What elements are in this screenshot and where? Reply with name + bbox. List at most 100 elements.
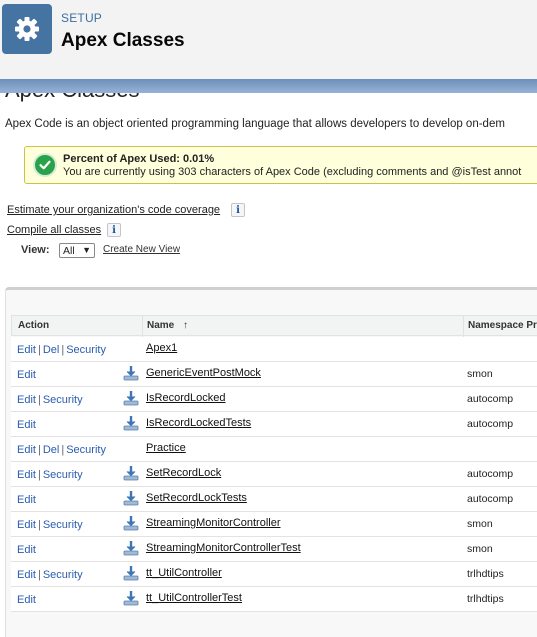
column-header-action: Action [18, 320, 50, 331]
security-link[interactable]: Security [43, 394, 83, 406]
chevron-down-icon: ▼ [82, 245, 91, 255]
edit-link[interactable]: Edit [17, 569, 36, 581]
view-select[interactable]: All ▼ [59, 243, 95, 258]
header-divider-band [0, 79, 537, 93]
class-name-link[interactable]: tt_UtilControllerTest [146, 592, 242, 604]
class-name-link[interactable]: SetRecordLock [146, 467, 221, 479]
column-header-namespace[interactable]: Namespace Pr [468, 320, 537, 331]
class-name-link[interactable]: SetRecordLockTests [146, 492, 247, 504]
class-name-link[interactable]: Practice [146, 442, 186, 454]
class-name-link[interactable]: IsRecordLocked [146, 392, 226, 404]
download-icon[interactable] [123, 515, 139, 531]
row-actions: Edit | Security [17, 569, 83, 581]
edit-link[interactable]: Edit [17, 369, 36, 381]
row-actions: Edit | Security [17, 519, 83, 531]
action-separator: | [37, 394, 41, 406]
security-link[interactable]: Security [66, 444, 106, 456]
action-separator: | [37, 444, 41, 456]
namespace-prefix: trlhdtips [467, 568, 504, 580]
download-icon[interactable] [123, 565, 139, 581]
action-separator: | [37, 519, 41, 531]
security-link[interactable]: Security [66, 344, 106, 356]
table-row: Edit SetRecordLockTests autocomp [11, 487, 537, 512]
estimate-coverage-link[interactable]: Estimate your organization's code covera… [7, 204, 220, 216]
del-link[interactable]: Del [43, 344, 60, 356]
table-row: Edit tt_UtilControllerTest trlhdtips [11, 587, 537, 612]
table-row: Edit | Security IsRecordLocked autocomp [11, 387, 537, 412]
check-circle-icon [33, 153, 57, 177]
intro-text: Apex Code is an object oriented programm… [5, 118, 505, 130]
table-row: Edit | Del | Security Practice [11, 437, 537, 462]
action-separator: | [37, 344, 41, 356]
info-icon[interactable]: i [231, 203, 245, 217]
namespace-prefix: autocomp [467, 468, 514, 480]
page-heading: Apex Classes [5, 93, 140, 103]
table-row: Edit | Security tt_UtilController trlhdtips [11, 562, 537, 587]
edit-link[interactable]: Edit [17, 419, 36, 431]
edit-link[interactable]: Edit [17, 469, 36, 481]
namespace-prefix: smon [467, 543, 493, 555]
row-actions: Edit [17, 494, 36, 506]
info-icon[interactable]: i [107, 223, 121, 237]
security-link[interactable]: Security [43, 469, 83, 481]
table-row: Edit | Del | Security Apex1 [11, 337, 537, 362]
security-link[interactable]: Security [43, 569, 83, 581]
namespace-prefix: autocomp [467, 393, 514, 405]
row-actions: Edit | Del | Security [17, 344, 106, 356]
download-icon[interactable] [123, 540, 139, 556]
sort-ascending-icon: ↑ [183, 320, 189, 331]
security-link[interactable]: Security [43, 519, 83, 531]
usage-title: Percent of Apex Used: 0.01% [63, 153, 215, 165]
table-header-row: Action Name ↑ Namespace Pr [11, 315, 537, 337]
row-actions: Edit | Security [17, 469, 83, 481]
compile-all-classes-link[interactable]: Compile all classes [7, 224, 101, 236]
edit-link[interactable]: Edit [17, 344, 36, 356]
edit-link[interactable]: Edit [17, 444, 36, 456]
class-name-link[interactable]: StreamingMonitorControllerTest [146, 542, 301, 554]
download-icon[interactable] [123, 390, 139, 406]
edit-link[interactable]: Edit [17, 519, 36, 531]
download-icon[interactable] [123, 415, 139, 431]
table-row: Edit GenericEventPostMock smon [11, 362, 537, 387]
class-name-link[interactable]: IsRecordLockedTests [146, 417, 251, 429]
namespace-prefix: autocomp [467, 493, 514, 505]
row-actions: Edit [17, 594, 36, 606]
row-actions: Edit [17, 419, 36, 431]
apex-usage-message: Percent of Apex Used: 0.01% You are curr… [24, 146, 537, 184]
row-actions: Edit | Del | Security [17, 444, 106, 456]
download-icon[interactable] [123, 465, 139, 481]
page-header: SETUP Apex Classes [0, 0, 537, 79]
namespace-prefix: smon [467, 518, 493, 530]
class-name-link[interactable]: Apex1 [146, 342, 177, 354]
edit-link[interactable]: Edit [17, 394, 36, 406]
page-title: Apex Classes [61, 30, 185, 51]
action-separator: | [37, 469, 41, 481]
del-link[interactable]: Del [43, 444, 60, 456]
row-actions: Edit [17, 369, 36, 381]
edit-link[interactable]: Edit [17, 544, 36, 556]
edit-link[interactable]: Edit [17, 494, 36, 506]
usage-text: You are currently using 303 characters o… [63, 166, 522, 178]
table-row: Edit StreamingMonitorControllerTest smon [11, 537, 537, 562]
row-actions: Edit [17, 544, 36, 556]
download-icon[interactable] [123, 490, 139, 506]
download-icon[interactable] [123, 590, 139, 606]
table-row: Edit | Security SetRecordLock autocomp [11, 462, 537, 487]
class-name-link[interactable]: tt_UtilController [146, 567, 222, 579]
action-separator: | [37, 569, 41, 581]
create-new-view-link[interactable]: Create New View [103, 244, 180, 255]
column-header-name[interactable]: Name ↑ [147, 320, 188, 331]
breadcrumb-setup[interactable]: SETUP [61, 11, 102, 25]
class-name-link[interactable]: GenericEventPostMock [146, 367, 261, 379]
view-label: View: [21, 244, 50, 256]
download-icon[interactable] [123, 365, 139, 381]
view-select-value: All [63, 244, 75, 257]
namespace-prefix: trlhdtips [467, 593, 504, 605]
class-name-link[interactable]: StreamingMonitorController [146, 517, 281, 529]
table-row: Edit | Security StreamingMonitorController s… [11, 512, 537, 537]
main-content: Apex Classes Apex Code is an object orie… [0, 93, 537, 637]
edit-link[interactable]: Edit [17, 594, 36, 606]
table-row: Edit IsRecordLockedTests autocomp [11, 412, 537, 437]
gear-icon [2, 4, 52, 54]
namespace-prefix: smon [467, 368, 493, 380]
